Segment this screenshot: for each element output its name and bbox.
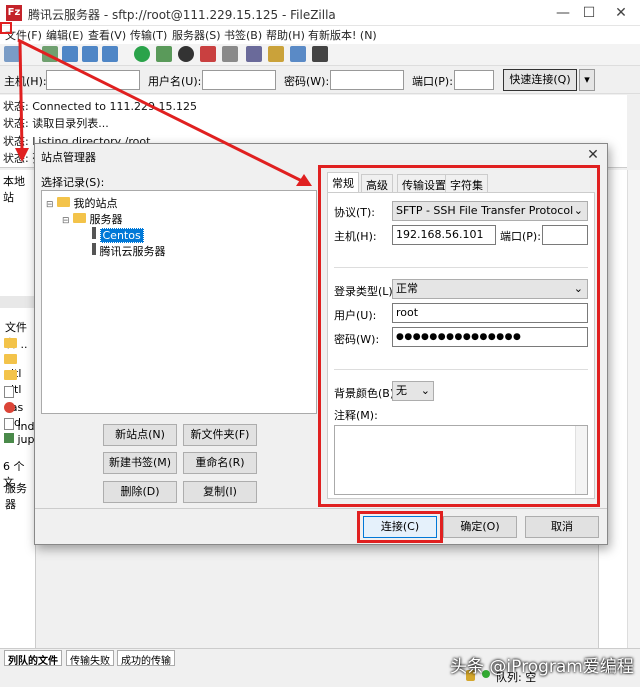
arrow-to-dialog [18, 41, 24, 151]
annotation-arrows [15, 38, 312, 186]
arrow-head-dialog [15, 148, 29, 162]
watermark: 头条 @iProgram爱编程 [450, 657, 634, 677]
arrow-to-settings [17, 38, 309, 186]
